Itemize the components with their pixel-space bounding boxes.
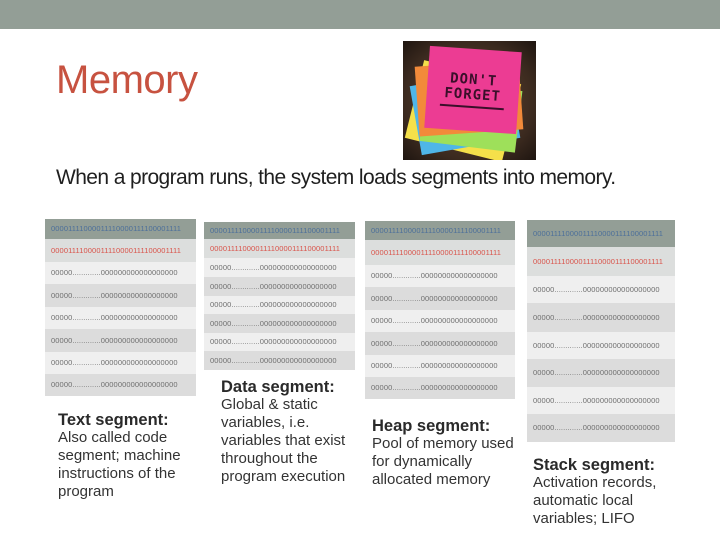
slide-title: Memory bbox=[56, 58, 198, 102]
heap-segment-caption: Heap segment: Pool of memory used for dyna… bbox=[372, 417, 514, 489]
top-banner bbox=[0, 0, 720, 29]
caption-line: variables, i.e. bbox=[221, 414, 310, 431]
caption-line: variables that exist bbox=[221, 432, 346, 449]
heap-segment-column: 00001111000011110000111100001111 00001111… bbox=[365, 221, 515, 399]
memory-row: 00000.............000000000000000000 bbox=[527, 332, 675, 359]
highlight-row: 00001111000011110000111100001111 bbox=[527, 247, 675, 276]
data-segment-caption: Data segment: Global & static variables, i… bbox=[221, 378, 345, 486]
caption-line: for dynamically bbox=[372, 453, 473, 470]
memory-row: 00000.............000000000000000000 bbox=[365, 377, 515, 399]
memory-row: 00000.............000000000000000000 bbox=[204, 314, 355, 333]
memory-row: 00000.............000000000000000000 bbox=[365, 332, 515, 355]
caption-title: Text segment: bbox=[58, 411, 169, 429]
memory-row: 00000.............000000000000000000 bbox=[527, 359, 675, 387]
caption-title: Heap segment: bbox=[372, 417, 491, 435]
memory-row: 00000.............000000000000000000 bbox=[365, 310, 515, 332]
sticky-notes-image: DON'T FORGET bbox=[403, 41, 536, 160]
highlight-row: 00001111000011110000111100001111 bbox=[365, 240, 515, 265]
memory-row: 00000.............000000000000000000 bbox=[45, 284, 196, 307]
note-text-line2: FORGET bbox=[443, 84, 502, 105]
caption-title: Stack segment: bbox=[533, 456, 655, 474]
memory-row: 00000.............000000000000000000 bbox=[45, 352, 196, 374]
caption-title: Data segment: bbox=[221, 378, 335, 396]
caption-line: automatic local bbox=[533, 492, 634, 509]
memory-row: 00000.............000000000000000000 bbox=[45, 374, 196, 396]
memory-row: 00000.............000000000000000000 bbox=[527, 303, 675, 332]
caption-line: Pool of memory used bbox=[372, 435, 514, 452]
header-row: 00001111000011110000111100001111 bbox=[365, 221, 515, 240]
memory-row: 00000.............000000000000000000 bbox=[527, 387, 675, 414]
memory-row: 00000.............000000000000000000 bbox=[527, 414, 675, 442]
header-row: 00001111000011110000111100001111 bbox=[527, 220, 675, 247]
caption-line: segment; machine bbox=[58, 447, 181, 464]
memory-row: 00000.............000000000000000000 bbox=[204, 333, 355, 351]
memory-row: 00000.............000000000000000000 bbox=[365, 355, 515, 377]
text-segment-column: 00001111000011110000111100001111 00001111… bbox=[45, 219, 196, 396]
memory-row: 00000.............000000000000000000 bbox=[527, 276, 675, 303]
memory-row: 00000.............000000000000000000 bbox=[365, 265, 515, 287]
memory-row: 00000.............000000000000000000 bbox=[204, 296, 355, 314]
highlight-row: 00001111000011110000111100001111 bbox=[45, 239, 196, 262]
slide-subtitle: When a program runs, the system loads se… bbox=[56, 166, 616, 189]
text-segment-caption: Text segment: Also called code segment; ma… bbox=[58, 411, 181, 501]
caption-line: Activation records, bbox=[533, 474, 657, 491]
note-underline bbox=[439, 103, 504, 110]
memory-row: 00000.............000000000000000000 bbox=[204, 351, 355, 370]
caption-line: instructions of the bbox=[58, 465, 176, 482]
header-row: 00001111000011110000111100001111 bbox=[45, 219, 196, 239]
memory-row: 00000.............000000000000000000 bbox=[45, 307, 196, 329]
caption-line: Global & static bbox=[221, 396, 318, 413]
stack-segment-column: 00001111000011110000111100001111 00001111… bbox=[527, 220, 675, 442]
sticky-note-pink: DON'T FORGET bbox=[424, 45, 522, 135]
memory-row: 00000.............000000000000000000 bbox=[45, 262, 196, 284]
memory-row: 00000.............000000000000000000 bbox=[365, 287, 515, 310]
data-segment-column: 00001111000011110000111100001111 00001111… bbox=[204, 222, 355, 370]
memory-row: 00000.............000000000000000000 bbox=[204, 258, 355, 277]
highlight-row: 00001111000011110000111100001111 bbox=[204, 239, 355, 258]
caption-line: throughout the bbox=[221, 450, 318, 467]
header-row: 00001111000011110000111100001111 bbox=[204, 222, 355, 239]
memory-row: 00000.............000000000000000000 bbox=[45, 329, 196, 352]
caption-line: variables; LIFO bbox=[533, 510, 635, 527]
stack-segment-caption: Stack segment: Activation records, automat… bbox=[533, 456, 656, 528]
caption-line: Also called code bbox=[58, 429, 168, 446]
memory-row: 00000.............000000000000000000 bbox=[204, 277, 355, 296]
caption-line: program execution bbox=[221, 468, 346, 485]
caption-line: program bbox=[58, 483, 114, 500]
caption-line: allocated memory bbox=[372, 471, 491, 488]
